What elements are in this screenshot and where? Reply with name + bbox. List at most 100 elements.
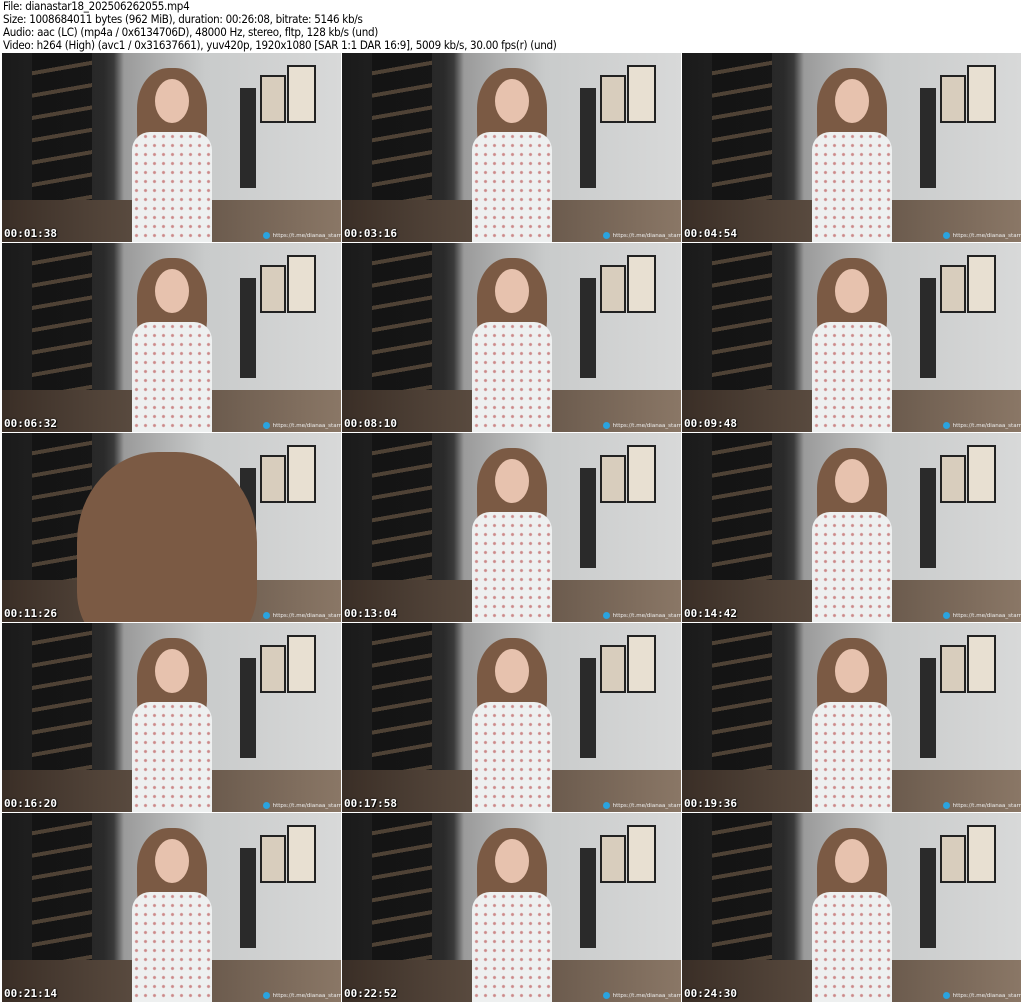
door [580, 468, 596, 568]
door [580, 88, 596, 188]
person-face [494, 839, 529, 884]
wall-art [967, 255, 996, 313]
video-thumbnail[interactable]: 00:08:10 https://t.me/dianaa_starr [342, 243, 681, 432]
watermark-text: https://t.me/dianaa_starr [272, 612, 341, 619]
wall-art [940, 265, 966, 313]
video-thumbnail[interactable]: 00:14:42 https://t.me/dianaa_starr [682, 433, 1021, 622]
watermark: https://t.me/dianaa_starr [942, 802, 1021, 809]
timestamp: 00:19:36 [684, 797, 737, 810]
watermark: https://t.me/dianaa_starr [602, 232, 681, 239]
wall-art [940, 835, 966, 883]
video-thumbnail[interactable]: 00:21:14 https://t.me/dianaa_starr [2, 813, 341, 1002]
timestamp: 00:22:52 [344, 987, 397, 1000]
watermark: https://t.me/dianaa_starr [942, 612, 1021, 619]
watermark-text: https://t.me/dianaa_starr [952, 232, 1021, 239]
telegram-icon [262, 232, 270, 239]
video-thumbnail[interactable]: 00:01:38 https://t.me/dianaa_starr [2, 53, 341, 242]
watermark-text: https://t.me/dianaa_starr [612, 992, 681, 999]
wall-art [940, 455, 966, 503]
wall-art [940, 645, 966, 693]
watermark: https://t.me/dianaa_starr [942, 232, 1021, 239]
timestamp: 00:09:48 [684, 417, 737, 430]
wall-art [287, 825, 316, 883]
person-dress [131, 892, 212, 1002]
telegram-icon [602, 232, 610, 239]
video-thumbnail[interactable]: 00:06:32 https://t.me/dianaa_starr [2, 243, 341, 432]
video-thumbnail[interactable]: 00:04:54 https://t.me/dianaa_starr [682, 53, 1021, 242]
wall-art [627, 445, 656, 503]
wall-art [967, 825, 996, 883]
door [920, 88, 936, 188]
watermark-text: https://t.me/dianaa_starr [612, 232, 681, 239]
person-dress [471, 702, 552, 812]
person-face [154, 649, 189, 694]
video-thumbnail[interactable]: 00:22:52 https://t.me/dianaa_starr [342, 813, 681, 1002]
video-thumbnail[interactable]: 00:09:48 https://t.me/dianaa_starr [682, 243, 1021, 432]
person-face [154, 839, 189, 884]
telegram-icon [602, 612, 610, 619]
wall-art [600, 835, 626, 883]
thumbnail-grid: 00:01:38 https://t.me/dianaa_starr 00:03… [2, 53, 1021, 1002]
telegram-icon [602, 422, 610, 429]
timestamp: 00:01:38 [4, 227, 57, 240]
wall-art [600, 265, 626, 313]
person-face [494, 269, 529, 314]
watermark-text: https://t.me/dianaa_starr [952, 422, 1021, 429]
telegram-icon [262, 422, 270, 429]
person-dress [811, 322, 892, 432]
person-face [834, 79, 869, 124]
watermark-text: https://t.me/dianaa_starr [952, 612, 1021, 619]
timestamp: 00:21:14 [4, 987, 57, 1000]
wall-art [287, 445, 316, 503]
telegram-icon [942, 232, 950, 239]
wall-art [940, 75, 966, 123]
video-thumbnail[interactable]: 00:11:26 https://t.me/dianaa_starr [2, 433, 341, 622]
telegram-icon [262, 992, 270, 999]
watermark-text: https://t.me/dianaa_starr [272, 422, 341, 429]
watermark: https://t.me/dianaa_starr [262, 802, 341, 809]
video-thumbnail[interactable]: 00:17:58 https://t.me/dianaa_starr [342, 623, 681, 812]
watermark-text: https://t.me/dianaa_starr [952, 802, 1021, 809]
watermark: https://t.me/dianaa_starr [602, 992, 681, 999]
person-dress [471, 892, 552, 1002]
telegram-icon [262, 802, 270, 809]
wall-art [260, 645, 286, 693]
wall-art [967, 445, 996, 503]
door [920, 658, 936, 758]
person-dress [131, 702, 212, 812]
telegram-icon [602, 992, 610, 999]
door [920, 468, 936, 568]
video-thumbnail[interactable]: 00:24:30 https://t.me/dianaa_starr [682, 813, 1021, 1002]
watermark: https://t.me/dianaa_starr [942, 992, 1021, 999]
video-thumbnail[interactable]: 00:19:36 https://t.me/dianaa_starr [682, 623, 1021, 812]
watermark-text: https://t.me/dianaa_starr [612, 802, 681, 809]
person-face [834, 269, 869, 314]
wall-art [260, 75, 286, 123]
person-dress [811, 892, 892, 1002]
wall-art [627, 635, 656, 693]
door [920, 278, 936, 378]
watermark-text: https://t.me/dianaa_starr [272, 802, 341, 809]
door [920, 848, 936, 948]
wall-art [287, 635, 316, 693]
telegram-icon [602, 802, 610, 809]
watermark: https://t.me/dianaa_starr [602, 612, 681, 619]
person-dress [811, 702, 892, 812]
timestamp: 00:24:30 [684, 987, 737, 1000]
door [240, 88, 256, 188]
timestamp: 00:13:04 [344, 607, 397, 620]
wall-art [600, 75, 626, 123]
timestamp: 00:03:16 [344, 227, 397, 240]
person-dress [471, 322, 552, 432]
watermark: https://t.me/dianaa_starr [262, 612, 341, 619]
wall-art [967, 635, 996, 693]
watermark-text: https://t.me/dianaa_starr [612, 612, 681, 619]
timestamp: 00:04:54 [684, 227, 737, 240]
video-thumbnail[interactable]: 00:16:20 https://t.me/dianaa_starr [2, 623, 341, 812]
video-thumbnail[interactable]: 00:13:04 https://t.me/dianaa_starr [342, 433, 681, 622]
video-thumbnail[interactable]: 00:03:16 https://t.me/dianaa_starr [342, 53, 681, 242]
door [240, 658, 256, 758]
watermark-text: https://t.me/dianaa_starr [272, 992, 341, 999]
timestamp: 00:08:10 [344, 417, 397, 430]
telegram-icon [942, 992, 950, 999]
